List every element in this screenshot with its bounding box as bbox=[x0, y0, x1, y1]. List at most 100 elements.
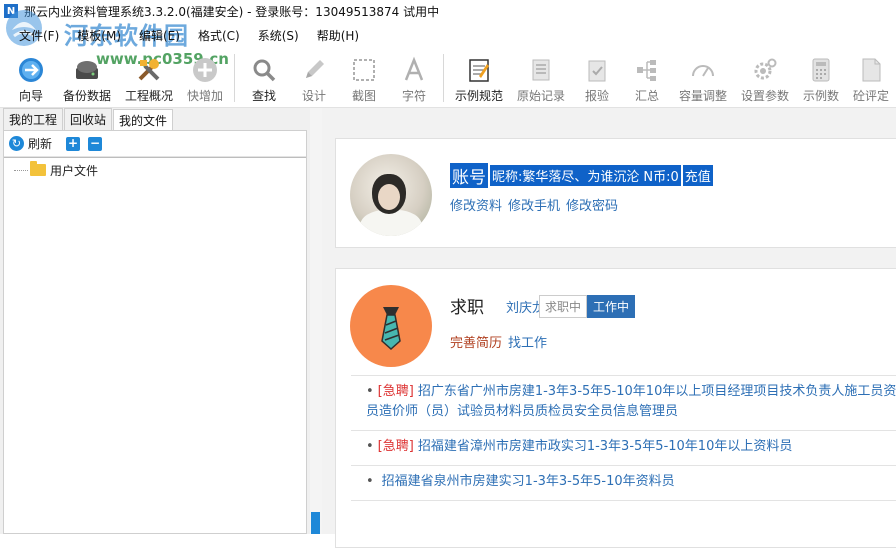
design-label: 设计 bbox=[301, 89, 326, 103]
tree-connector bbox=[14, 169, 28, 171]
clipboard-check-icon bbox=[588, 60, 606, 82]
backup-label: 备份数据 bbox=[62, 89, 111, 103]
hierarchy-icon bbox=[637, 60, 656, 81]
nickname: 昵称:繁华落尽、为谁沉沦 bbox=[490, 165, 642, 186]
add-circle-icon bbox=[193, 58, 217, 82]
status-seeking[interactable]: 求职中 bbox=[539, 295, 588, 318]
avatar[interactable] bbox=[350, 154, 432, 236]
job-listing[interactable]: • 招福建省泉州市房建实习1-3年3-5年5-10年资料员 bbox=[351, 466, 896, 501]
notebook-icon bbox=[469, 59, 489, 82]
char-button[interactable]: 字符 bbox=[389, 50, 439, 106]
concrete-button[interactable]: 砼评定 bbox=[846, 50, 896, 106]
change-password-link[interactable]: 修改密码 bbox=[566, 195, 618, 214]
job-listings: • [急聘] 招广东省广州市房建1-3年3-5年5-10年10年以上项目经理项目技术… bbox=[351, 375, 896, 501]
menu-system[interactable]: 系统(S) bbox=[249, 27, 308, 44]
job-section-title: 求职 bbox=[450, 298, 484, 318]
example-spec-label: 示例规范 bbox=[454, 89, 503, 103]
gear-icon bbox=[754, 58, 777, 80]
complete-resume-link[interactable]: 完善简历 bbox=[450, 332, 502, 351]
guide-label: 向导 bbox=[18, 89, 43, 103]
job-listing[interactable]: • [急聘] 招福建省漳州市房建市政实习1-3年3-5年5-10年10年以上资料员 bbox=[351, 431, 896, 466]
menu-edit[interactable]: 编辑(E) bbox=[130, 27, 189, 44]
app-icon: N bbox=[4, 4, 18, 18]
files-toolbar: ↻ 刷新 + − bbox=[4, 131, 306, 157]
quick-add-label: 快增加 bbox=[186, 89, 223, 103]
add-file-button[interactable]: + bbox=[66, 136, 81, 151]
example-num-button[interactable]: 示例数 bbox=[796, 50, 846, 106]
find-job-link[interactable]: 找工作 bbox=[508, 332, 547, 351]
overview-label: 工程概况 bbox=[124, 89, 173, 103]
tie-icon bbox=[350, 285, 432, 367]
recharge-link[interactable]: 充值 bbox=[682, 165, 713, 186]
settings-button[interactable]: 设置参数 bbox=[734, 50, 796, 106]
summary-button[interactable]: 汇总 bbox=[622, 50, 672, 106]
example-spec-button[interactable]: 示例规范 bbox=[448, 50, 510, 106]
screenshot-icon bbox=[353, 59, 375, 81]
panel-scrollbar[interactable] bbox=[310, 108, 322, 534]
files-panel: ↻ 刷新 + − 用户文件 bbox=[3, 130, 307, 534]
screenshot-button[interactable]: 截图 bbox=[339, 50, 389, 106]
account-line: 账号 昵称:繁华落尽、为谁沉沦 N币:0 充值 bbox=[450, 163, 713, 188]
list-icon bbox=[532, 59, 550, 81]
toolbar-separator bbox=[234, 54, 235, 102]
char-label: 字符 bbox=[401, 89, 426, 103]
tools-icon bbox=[138, 59, 160, 81]
raw-record-label: 原始记录 bbox=[516, 89, 565, 103]
guide-icon bbox=[19, 58, 43, 82]
job-links: 完善简历 找工作 bbox=[450, 332, 553, 351]
tab-recycle-bin[interactable]: 回收站 bbox=[64, 108, 113, 130]
quick-add-button[interactable]: 快增加 bbox=[180, 50, 230, 106]
scrollbar-thumb[interactable] bbox=[311, 512, 320, 534]
tree-node-user-files[interactable]: 用户文件 bbox=[14, 161, 296, 178]
guide-button[interactable]: 向导 bbox=[6, 50, 56, 106]
tab-my-files[interactable]: 我的文件 bbox=[113, 109, 174, 130]
window-title: 那云内业资料管理系统3.3.2.0(福建安全) - 登录账号：130495138… bbox=[24, 4, 440, 19]
urgent-tag: [急聘] bbox=[377, 384, 414, 399]
account-label: 账号 bbox=[450, 163, 488, 188]
urgent-tag: [急聘] bbox=[377, 439, 414, 454]
screenshot-label: 截图 bbox=[351, 89, 376, 103]
status-employed[interactable]: 工作中 bbox=[587, 295, 636, 318]
settings-label: 设置参数 bbox=[740, 89, 789, 103]
menu-template[interactable]: 模板(M) bbox=[68, 27, 130, 44]
document-icon bbox=[862, 58, 881, 82]
refresh-button[interactable]: 刷新 bbox=[28, 135, 52, 152]
overview-button[interactable]: 工程概况 bbox=[118, 50, 180, 106]
font-icon bbox=[404, 56, 424, 81]
gauge-icon bbox=[692, 65, 714, 77]
job-listing-text[interactable]: 招福建省漳州市房建市政实习1-3年3-5年5-10年10年以上资料员 bbox=[418, 439, 793, 454]
menu-format[interactable]: 格式(C) bbox=[189, 27, 249, 44]
remove-file-button[interactable]: − bbox=[88, 136, 103, 151]
job-listing-text[interactable]: 招广东省广州市房建1-3年3-5年5-10年10年以上项目经理项目技术负责人施工… bbox=[366, 384, 896, 419]
summary-label: 汇总 bbox=[634, 89, 659, 103]
search-icon bbox=[253, 59, 276, 82]
job-status-toggle: 求职中 工作中 bbox=[539, 295, 636, 318]
menu-help[interactable]: 帮助(H) bbox=[308, 27, 368, 44]
file-tree: 用户文件 bbox=[4, 157, 306, 533]
design-button[interactable]: 设计 bbox=[289, 50, 339, 106]
backup-disk-icon bbox=[76, 61, 98, 79]
tree-node-label: 用户文件 bbox=[50, 163, 99, 178]
edit-profile-link[interactable]: 修改资料 bbox=[450, 195, 502, 214]
title-bar: N 那云内业资料管理系统3.3.2.0(福建安全) - 登录账号：1304951… bbox=[0, 0, 896, 22]
folder-icon bbox=[30, 161, 46, 176]
coin-balance: N币:0 bbox=[641, 165, 681, 186]
tab-my-projects[interactable]: 我的工程 bbox=[3, 108, 64, 130]
menu-bar: 文件(F) 模板(M) 编辑(E) 格式(C) 系统(S) 帮助(H) bbox=[0, 23, 896, 47]
profile-card: 账号 昵称:繁华落尽、为谁沉沦 N币:0 充值 修改资料 修改手机 修改密码 bbox=[335, 138, 896, 248]
calculator-icon bbox=[812, 58, 830, 82]
raw-record-button[interactable]: 原始记录 bbox=[510, 50, 572, 106]
capacity-button[interactable]: 容量调整 bbox=[672, 50, 734, 106]
left-tabs: 我的工程 回收站 我的文件 bbox=[0, 108, 310, 130]
job-listing-text[interactable]: 招福建省泉州市房建实习1-3年3-5年5-10年资料员 bbox=[382, 474, 675, 489]
inspection-button[interactable]: 报验 bbox=[572, 50, 622, 106]
job-listing[interactable]: • [急聘] 招广东省广州市房建1-3年3-5年5-10年10年以上项目经理项目技术… bbox=[351, 376, 896, 431]
refresh-icon[interactable]: ↻ bbox=[9, 136, 24, 151]
change-phone-link[interactable]: 修改手机 bbox=[508, 195, 560, 214]
concrete-label: 砼评定 bbox=[852, 89, 889, 103]
find-button[interactable]: 查找 bbox=[239, 50, 289, 106]
capacity-label: 容量调整 bbox=[678, 89, 727, 103]
pencil-icon bbox=[306, 60, 324, 78]
menu-file[interactable]: 文件(F) bbox=[10, 27, 68, 44]
backup-button[interactable]: 备份数据 bbox=[56, 50, 118, 106]
